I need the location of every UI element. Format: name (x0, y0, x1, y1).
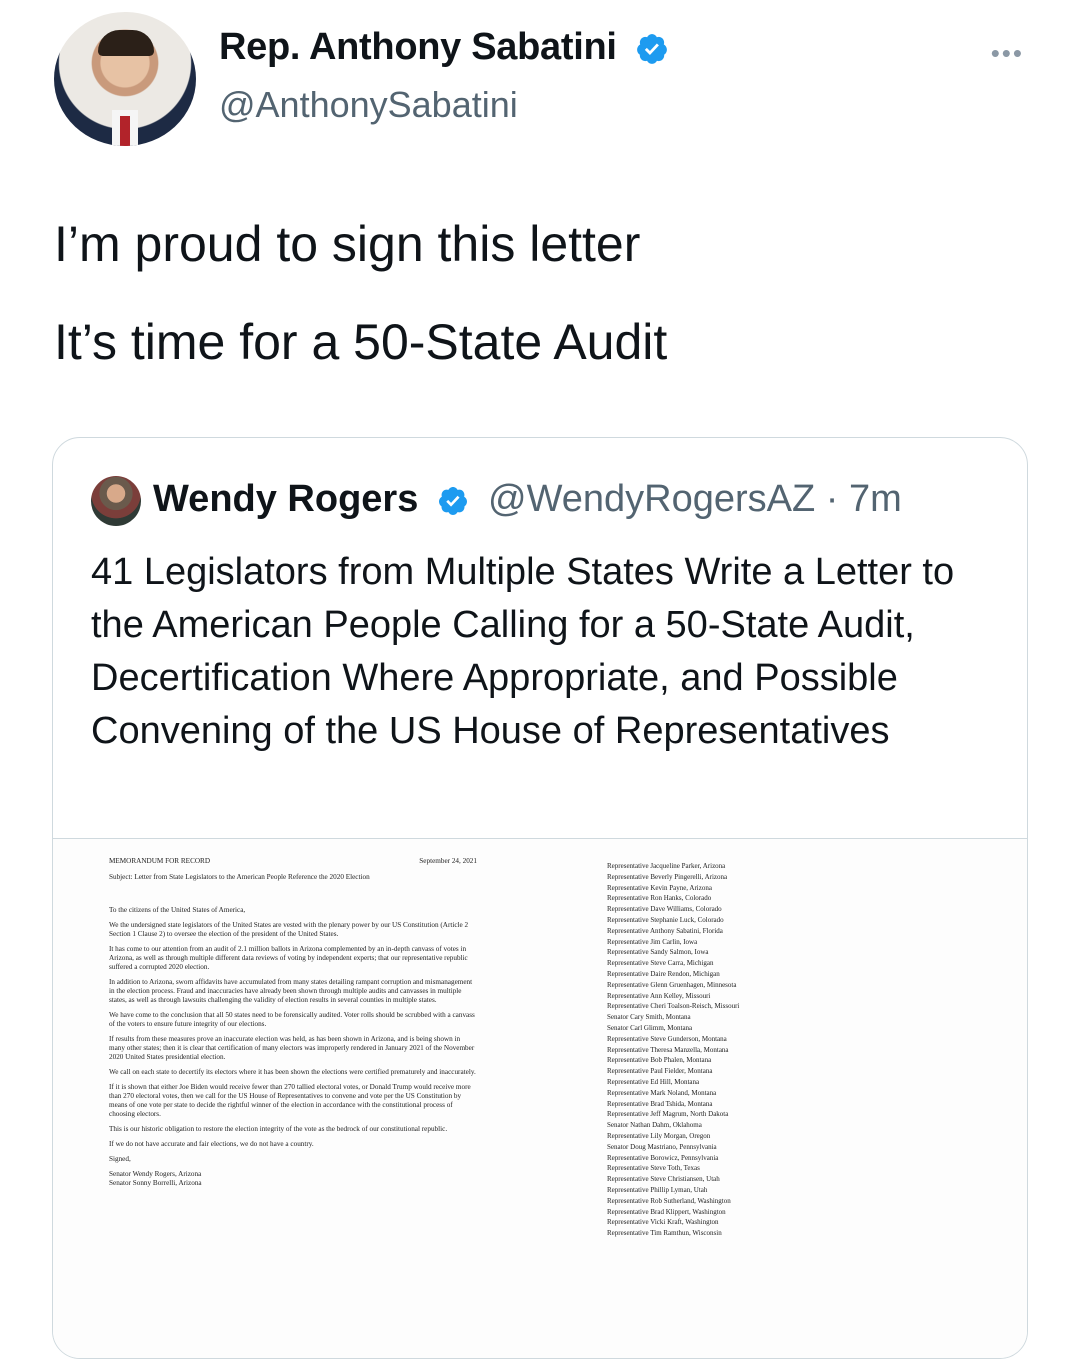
author-name[interactable]: Rep. Anthony Sabatini (219, 26, 617, 68)
memo-paragraph: If it is shown that either Joe Biden wou… (109, 1083, 471, 1118)
author-name-row[interactable]: Rep. Anthony Sabatini (219, 26, 669, 69)
memo-paragraph: We the undersigned state legislators of … (109, 921, 469, 938)
signer-name: Representative Cheri Toalson-Reisch, Mis… (607, 1002, 740, 1011)
signer-name: Representative Brad Klippert, Washington (607, 1207, 726, 1216)
signer-name: Representative Bob Phalen, Montana (607, 1056, 712, 1065)
signer-name: Representative Kevin Payne, Arizona (607, 883, 712, 892)
signer-name: Senator Wendy Rogers, Arizona (109, 1170, 202, 1178)
quoted-tweet-text: 41 Legislators from Multiple States Writ… (91, 551, 955, 752)
signer-name: Representative Rob Sutherland, Washingto… (607, 1196, 731, 1205)
signer-name: Representative Beverly Pingerelli, Arizo… (607, 872, 728, 881)
memo-paragraph: We have come to the conclusion that all … (109, 1011, 475, 1028)
memo-paragraph: Signed, (109, 1155, 131, 1163)
verified-badge-icon (637, 34, 667, 64)
memo-signers-left: Senator Wendy Rogers, Arizona Senator Son… (109, 1170, 477, 1188)
quoted-author-name-row[interactable]: Wendy Rogers (153, 478, 469, 521)
quoted-author-name[interactable]: Wendy Rogers (153, 478, 418, 520)
avatar-tie (120, 116, 130, 146)
author-avatar[interactable] (54, 12, 196, 146)
signer-name: Senator Sonny Borrelli, Arizona (109, 1179, 202, 1187)
quoted-author-avatar[interactable] (91, 476, 141, 526)
memo-date: September 24, 2021 (419, 857, 477, 865)
memo-paragraph: We call on each state to decertify its e… (109, 1068, 476, 1076)
signer-name: Representative Daire Rendon, Michigan (607, 969, 720, 978)
signers-right-column: Representative Jacqueline Parker, Arizon… (607, 861, 807, 1239)
memo-subject: Subject: Letter from State Legislators t… (109, 873, 370, 881)
signer-name: Representative Anthony Sabatini, Florida (607, 926, 723, 935)
memo-paragraph: In addition to Arizona, sworn affidavits… (109, 978, 473, 1004)
memo-paragraph: To the citizens of the United States of … (109, 906, 246, 914)
memo-paragraph: It has come to our attention from an aud… (109, 945, 468, 971)
signer-name: Representative Ron Hanks, Colorado (607, 894, 712, 903)
signer-name: Representative Sandy Salmon, Iowa (607, 948, 709, 957)
memo-paragraph: If results from these measures prove an … (109, 1035, 475, 1061)
signer-name: Representative Jim Carlin, Iowa (607, 937, 698, 946)
signer-name: Representative Jeff Magrum, North Dakota (607, 1110, 729, 1119)
signer-name: Representative Glenn Gruenhagen, Minneso… (607, 980, 737, 989)
memo-left-column: MEMORANDUM FOR RECORD September 24, 2021… (109, 857, 477, 1188)
signer-name: Representative Steve Gunderson, Montana (607, 1034, 727, 1043)
memo-paragraph: This is our historic obligation to resto… (109, 1125, 448, 1133)
quoted-tweet-card[interactable]: Wendy Rogers @WendyRogersAZ · 7m 41 Legi… (52, 437, 1028, 1359)
letter-image[interactable]: MEMORANDUM FOR RECORD September 24, 2021… (53, 838, 1027, 1358)
memo-header: MEMORANDUM FOR RECORD September 24, 2021 (109, 857, 477, 866)
avatar-hair (98, 30, 154, 56)
signer-name: Representative Lily Morgan, Oregon (607, 1131, 711, 1140)
signer-name: Representative Phillip Lyman, Utah (607, 1185, 708, 1194)
signer-name: Representative Tim Ramthun, Wisconsin (607, 1229, 722, 1238)
signer-name: Senator Cary Smith, Montana (607, 1013, 691, 1022)
memo-paragraphs: To the citizens of the United States of … (109, 906, 477, 1164)
signer-name: Representative Steve Christiansen, Utah (607, 1175, 720, 1184)
signer-name: Representative Steve Carra, Michigan (607, 959, 714, 968)
signer-name: Representative Borowicz, Pennsylvania (607, 1153, 719, 1162)
signer-name: Representative Vicki Kraft, Washington (607, 1218, 719, 1227)
memo-paragraph: If we do not have accurate and fair elec… (109, 1140, 314, 1148)
more-dots-icon[interactable]: ••• (991, 38, 1024, 69)
signer-name: Representative Steve Toth, Texas (607, 1164, 700, 1173)
quoted-handle-time[interactable]: @WendyRogersAZ · 7m (488, 478, 902, 521)
signer-name: Senator Carl Glimm, Montana (607, 1023, 693, 1032)
tweet-text-line-1: I’m proud to sign this letter (54, 216, 641, 272)
signer-name: Representative Ed Hill, Montana (607, 1077, 700, 1086)
signer-name: Representative Jacqueline Parker, Arizon… (607, 862, 726, 870)
signer-name: Representative Theresa Manzella, Montana (607, 1045, 729, 1054)
signer-name: Representative Stephanie Luck, Colorado (607, 915, 724, 924)
tweet-text-line-2: It’s time for a 50-State Audit (54, 314, 668, 370)
signer-name: Senator Nathan Dahm, Oklahoma (607, 1121, 702, 1130)
author-handle[interactable]: @AnthonySabatini (219, 84, 518, 126)
memo-label: MEMORANDUM FOR RECORD (109, 857, 211, 865)
signer-name: Representative Dave Williams, Colorado (607, 905, 722, 914)
signer-name: Representative Brad Tshida, Montana (607, 1099, 713, 1108)
signer-name: Representative Paul Fielder, Montana (607, 1067, 713, 1076)
signer-name: Representative Mark Noland, Montana (607, 1088, 717, 1097)
verified-badge-icon (438, 486, 467, 515)
signer-name: Representative Ann Kelley, Missouri (607, 991, 711, 1000)
signer-name: Senator Doug Mastriano, Pennsylvania (607, 1142, 717, 1151)
